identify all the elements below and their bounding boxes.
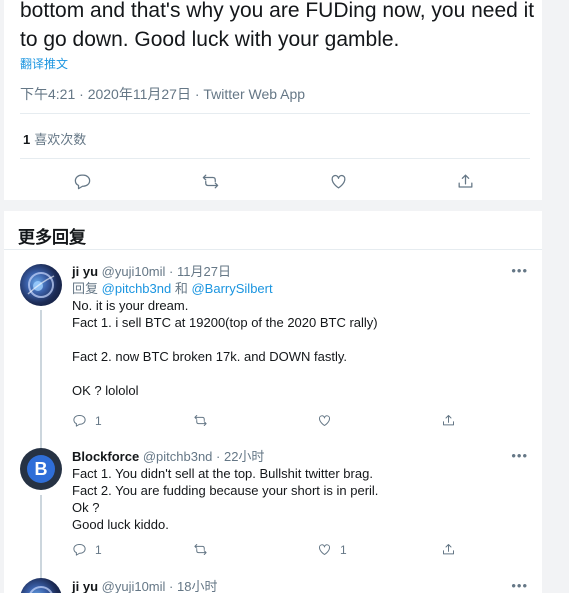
likes-stat[interactable]: 1 喜欢次数 <box>23 129 86 148</box>
more-options-button[interactable]: ••• <box>511 578 528 593</box>
reply-text-line: Fact 2. You are fudding because your sho… <box>72 483 379 498</box>
retweet-icon <box>194 415 207 426</box>
heart-icon <box>319 544 330 555</box>
reply-actions: 1 <box>72 413 492 431</box>
reply-body: ji yu @yuji10mil · 18小时 <box>72 578 528 593</box>
share-icon <box>443 415 454 426</box>
retweet-icon <box>202 174 218 188</box>
translate-tweet-link[interactable]: 翻译推文 <box>20 55 68 72</box>
share-icon <box>443 544 454 555</box>
retweet-button[interactable] <box>193 542 216 557</box>
like-button[interactable] <box>317 413 340 428</box>
more-options-button[interactable]: ••• <box>511 263 528 278</box>
like-button[interactable]: 1 <box>317 542 347 557</box>
reply-text-line: Ok ? <box>72 500 100 515</box>
like-button[interactable] <box>327 170 349 192</box>
reply-text-line: Good luck kiddo. <box>72 517 169 532</box>
retweet-button[interactable] <box>199 170 221 192</box>
share-button[interactable] <box>441 542 464 557</box>
author-handle[interactable]: @yuji10mil <box>102 264 166 279</box>
more-options-button[interactable]: ••• <box>511 448 528 463</box>
tweet-text-line-2: to go down. Good luck with your gamble. <box>20 28 400 51</box>
replies-section: 更多回复 ji yu @yuji10mil · 11月27日 回复 @pitch… <box>4 211 542 593</box>
reply-text-line: Fact 2. now BTC broken 17k. and DOWN fas… <box>72 349 348 364</box>
heart-icon <box>331 174 345 188</box>
divider <box>4 249 542 250</box>
more-replies-heading: 更多回复 <box>18 228 86 247</box>
share-button[interactable] <box>454 170 476 192</box>
reply-item[interactable]: B Blockforce @pitchb3nd · 22小时 Fact 1. Y… <box>4 448 542 590</box>
like-count: 1 <box>340 542 347 557</box>
divider <box>20 113 530 114</box>
author-handle[interactable]: @pitchb3nd <box>143 449 213 464</box>
reply-text-line <box>72 365 528 382</box>
reply-time[interactable]: · 22小时 <box>216 449 264 464</box>
reply-body: ji yu @yuji10mil · 11月27日 回复 @pitchb3nd … <box>72 263 528 399</box>
reply-icon <box>74 174 90 189</box>
heart-icon <box>319 415 330 426</box>
reply-text-line <box>72 331 528 348</box>
author-name[interactable]: ji yu <box>72 579 98 593</box>
reply-text-line: Fact 1. i sell BTC at 19200(top of the 2… <box>72 315 378 330</box>
reply-button[interactable]: 1 <box>72 413 102 428</box>
tweet-text-line-1: bottom and that's why you are FUDing now… <box>20 0 535 22</box>
reply-text-line: No. it is your dream. <box>72 298 189 313</box>
tweet-detail: bottom and that's why you are FUDing now… <box>4 0 542 200</box>
blockforce-logo-icon: B <box>27 455 55 483</box>
reply-time[interactable]: · 11月27日 <box>169 264 231 279</box>
likes-label: 喜欢次数 <box>34 132 87 147</box>
reply-time[interactable]: · 18小时 <box>169 579 217 593</box>
mention-link[interactable]: @BarrySilbert <box>191 281 272 296</box>
share-button[interactable] <box>441 413 464 428</box>
avatar[interactable]: B <box>20 448 62 490</box>
avatar[interactable] <box>20 578 62 593</box>
reply-actions: 1 1 <box>72 542 492 560</box>
reply-text-line: Fact 1. You didn't sell at the top. Bull… <box>72 466 373 481</box>
author-handle[interactable]: @yuji10mil <box>102 579 166 593</box>
avatar-art-icon <box>27 272 55 298</box>
reply-button[interactable]: 1 <box>72 542 102 557</box>
tweet-meta: 下午4:21 · 2020年11月27日 · Twitter Web App <box>20 86 306 102</box>
reply-button[interactable] <box>71 170 93 192</box>
reply-count: 1 <box>95 413 102 428</box>
reply-count: 1 <box>95 542 102 557</box>
reply-item[interactable]: ji yu @yuji10mil · 11月27日 回复 @pitchb3nd … <box>4 263 542 450</box>
retweet-button[interactable] <box>193 413 216 428</box>
retweet-icon <box>194 544 207 555</box>
avatar[interactable] <box>20 264 62 306</box>
reply-icon <box>73 415 86 427</box>
svg-text:B: B <box>35 459 48 479</box>
reply-icon <box>73 544 86 556</box>
divider <box>20 158 530 159</box>
thread-line <box>40 310 42 450</box>
share-icon <box>458 174 472 188</box>
likes-count: 1 <box>23 132 31 147</box>
author-name[interactable]: ji yu <box>72 264 98 279</box>
and-label: 和 <box>174 281 188 296</box>
reply-body: Blockforce @pitchb3nd · 22小时 Fact 1. You… <box>72 448 528 533</box>
thread-line <box>40 495 42 590</box>
reply-item[interactable]: ji yu @yuji10mil · 18小时 ••• <box>4 578 542 593</box>
author-name[interactable]: Blockforce <box>72 449 139 464</box>
avatar-art-icon <box>29 586 53 593</box>
reply-text-line: OK ? lololol <box>72 383 139 398</box>
mention-link[interactable]: @pitchb3nd <box>102 281 172 296</box>
reply-prefix: 回复 <box>72 281 99 296</box>
